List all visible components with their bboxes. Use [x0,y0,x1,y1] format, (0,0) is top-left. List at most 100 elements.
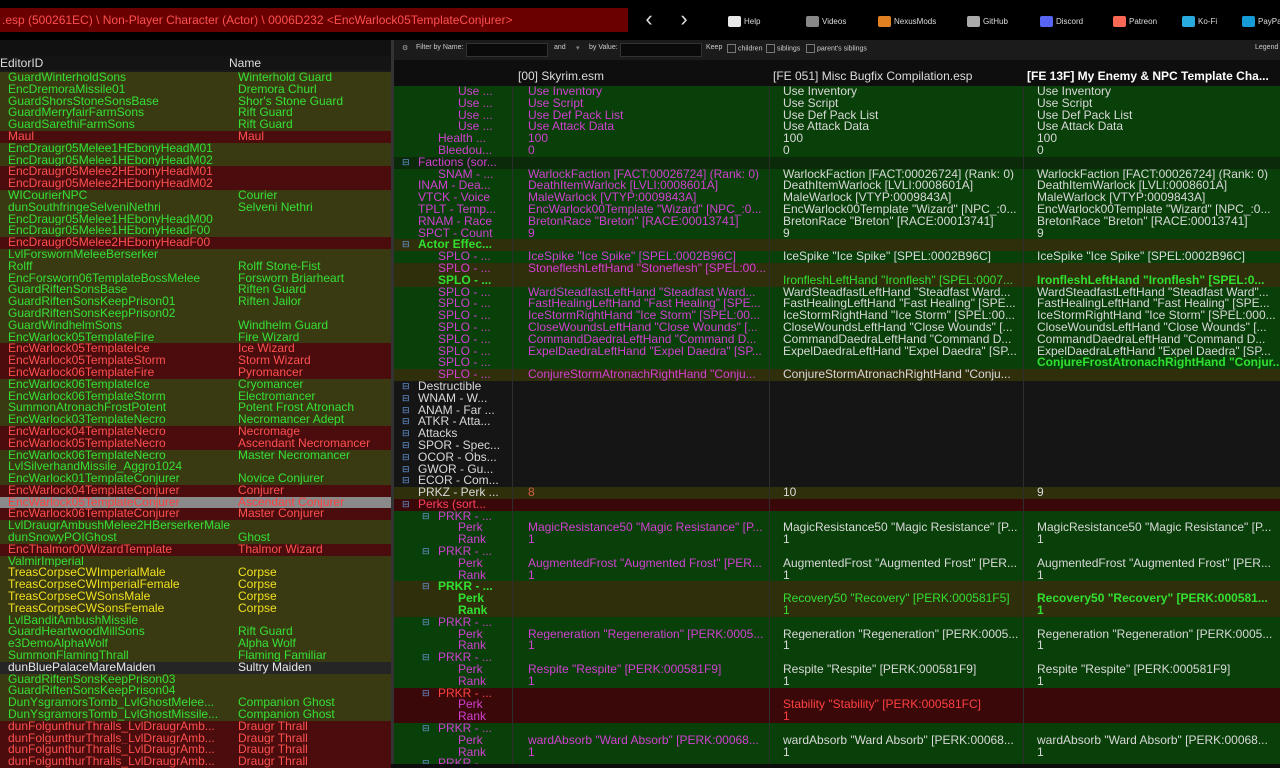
field-value-col1[interactable]: Use Script [783,98,1023,110]
field-value-col2[interactable]: IronfleshLeftHand "Ironflesh" [SPEL:0... [1037,275,1280,287]
compare-row[interactable]: ⊟ PRKR - ... [394,758,1280,764]
record-list-row[interactable]: EncDraugr05Melee1HEbonyHeadM02 [0,154,391,167]
field-value-col2[interactable]: 1 [1037,534,1280,546]
keep-parents-siblings-checkbox[interactable]: parent's siblings [806,44,867,53]
field-value-col2[interactable]: 1 [1037,747,1280,759]
field-value-col2[interactable]: WarlockFaction [FACT:00026724] (Rank: 0) [1037,169,1280,181]
tree-expand-icon[interactable]: ⊟ [422,652,430,664]
field-value-col0[interactable]: MaleWarlock [VTYP:0009843A] [528,192,768,204]
tree-expand-icon[interactable]: ⊟ [402,393,410,405]
field-value-col2[interactable]: EncWarlock00Template "Wizard" [NPC_:0... [1037,204,1280,216]
filter-name-input[interactable] [466,43,548,57]
record-list-row[interactable]: GuardRiftenSonsKeepPrison01 Riften Jailor [0,296,391,308]
compare-row[interactable]: RNAM - Race BretonRace "Breton" [RACE:000… [394,215,1280,228]
record-list-row[interactable]: GuardSarethiFarmSons Rift Guard [0,119,391,131]
compare-row[interactable]: SPLO - ... ConjureFrostAtronachRightHand … [394,357,1280,370]
field-value-col1[interactable]: IceSpike "Ice Spike" [SPEL:0002B96C] [783,251,1023,263]
field-value-col0[interactable]: 8 [528,487,768,499]
field-value-col0[interactable]: 9 [528,228,768,240]
record-list-row[interactable]: GuardWindhelmSons Windhelm Guard [0,319,391,332]
field-value-col1[interactable]: ConjureStormAtronachRightHand "Conju... [783,369,1023,381]
compare-row[interactable]: Perk Recovery50 "Recovery" [PERK:000581F5… [394,593,1280,606]
record-list-row[interactable]: GuardRiftenSonsBase Riften Guard [0,284,391,297]
field-value-col0[interactable]: BretonRace "Breton" [RACE:00013741] [528,216,768,228]
field-value-col1[interactable]: 1 [783,605,1023,617]
record-list-row[interactable]: GuardMerryfairFarmSons Rift Guard [0,107,391,120]
record-list-row[interactable]: TreasCorpseCWImperialFemale Corpse [0,579,391,592]
forward-button[interactable]: › [672,8,696,32]
record-list-row[interactable]: LvlBanditAmbushMissile [0,614,391,627]
record-list-row[interactable]: EncDremoraMissile01 Dremora Churl [0,83,391,96]
compare-row[interactable]: SPLO - ... StonefleshLeftHand "Stoneflesh… [394,262,1280,275]
field-value-col2[interactable]: 1 [1037,570,1280,582]
compare-row[interactable]: SPLO - ... WardSteadfastLeftHand "Steadfa… [394,286,1280,299]
tree-expand-icon[interactable]: ⊟ [422,511,430,523]
field-value-col2[interactable]: 1 [1037,676,1280,688]
field-value-col0[interactable]: wardAbsorb "Ward Absorb" [PERK:00068... [528,735,768,747]
compare-row[interactable]: Use ... Use Script Use Script Use Script [394,97,1280,110]
tree-expand-icon[interactable]: ⊟ [422,758,430,764]
keep-siblings-checkbox[interactable]: siblings [766,44,800,53]
field-value-col0[interactable]: IceSpike "Ice Spike" [SPEL:0002B96C] [528,251,768,263]
tree-expand-icon[interactable]: ⊟ [422,546,430,558]
compare-row[interactable]: ⊟ Actor Effec... [394,239,1280,252]
field-value-col0[interactable]: 100 [528,133,768,145]
field-value-col0[interactable]: Use Def Pack List [528,110,768,122]
field-value-col1[interactable]: CommandDaedraLeftHand "Command D... [783,334,1023,346]
field-value-col1[interactable]: 10 [783,487,1023,499]
field-value-col0[interactable]: EncWarlock00Template "Wizard" [NPC_:0... [528,204,768,216]
compare-row[interactable]: ⊟ SPOR - Spec... [394,439,1280,452]
compare-row[interactable]: Perk MagicResistance50 "Magic Resistance"… [394,522,1280,535]
compare-row[interactable]: ⊟ Destructible [394,380,1280,393]
record-list-row[interactable]: DunYsgramorsTomb_LvlGhostMissile... Compa… [0,709,391,721]
record-list-row[interactable]: EncDraugr05Melee1HEbonyHeadF00 [0,225,391,238]
compare-row[interactable]: Perk Regeneration "Regeneration" [PERK:00… [394,628,1280,641]
compare-row[interactable]: SPLO - ... FastHealingLeftHand "Fast Heal… [394,298,1280,311]
field-value-col2[interactable]: Use Attack Data [1037,121,1280,133]
compare-row[interactable]: PRKZ - Perk ... 8 10 9 [394,487,1280,499]
field-value-col1[interactable]: 1 [783,676,1023,688]
field-value-col1[interactable]: MagicResistance50 "Magic Resistance" [P.… [783,522,1023,534]
field-value-col1[interactable]: BretonRace "Breton" [RACE:00013741] [783,216,1023,228]
compare-row[interactable]: INAM - Dea... DeathItemWarlock [LVLI:0008… [394,180,1280,193]
field-value-col1[interactable]: ExpelDaedraLeftHand "Expel Daedra" [SP..… [783,346,1023,358]
tree-expand-icon[interactable]: ⊟ [422,723,430,735]
toolbar-help-button[interactable]: Help [728,13,760,29]
field-value-col2[interactable]: 100 [1037,133,1280,145]
record-list-row[interactable]: EncWarlock05TemplateNecro Ascendant Necro… [0,437,391,450]
compare-row[interactable]: ⊟ PRKR - ... [394,723,1280,735]
field-value-col0[interactable]: WarlockFaction [FACT:00026724] (Rank: 0) [528,169,768,181]
record-list-row[interactable]: dunBluePalaceMareMaiden Sultry Maiden [0,661,391,674]
record-list-row[interactable]: dunSnowyPOIGhost Ghost [0,532,391,544]
field-value-col0[interactable]: MagicResistance50 "Magic Resistance" [P.… [528,522,768,534]
field-value-col1[interactable]: AugmentedFrost "Augmented Frost" [PER... [783,558,1023,570]
record-list-row[interactable]: EncWarlock04TemplateNecro Necromage [0,425,391,438]
toolbar-patreon-button[interactable]: Patreon [1113,13,1157,29]
tree-expand-icon[interactable]: ⊟ [422,617,430,629]
compare-row[interactable]: ⊟ WNAM - W... [394,392,1280,405]
field-value-col1[interactable]: IceStormRightHand "Ice Storm" [SPEL:00..… [783,310,1023,322]
field-value-col2[interactable]: DeathItemWarlock [LVLI:0008601A] [1037,180,1280,192]
field-value-col2[interactable]: Recovery50 "Recovery" [PERK:000581... [1037,593,1280,605]
tree-expand-icon[interactable]: ⊟ [402,157,410,169]
field-value-col2[interactable]: Use Script [1037,98,1280,110]
field-value-col0[interactable]: DeathItemWarlock [LVLI:0008601A] [528,180,768,192]
field-value-col2[interactable]: MaleWarlock [VTYP:0009843A] [1037,192,1280,204]
record-list-row[interactable]: EncWarlock05TemplateFire Fire Wizard [0,331,391,344]
compare-row[interactable]: ⊟ Factions (sor... [394,156,1280,169]
record-list-row[interactable]: Rolff Rolff Stone-Fist [0,260,391,273]
field-value-col0[interactable]: CloseWoundsLeftHand "Close Wounds" [... [528,322,768,334]
record-list-row[interactable]: TreasCorpseCWSonsFemale Corpse [0,602,391,615]
tree-expand-icon[interactable]: ⊟ [422,688,430,700]
field-value-col1[interactable]: 1 [783,711,1023,723]
field-value-col2[interactable]: wardAbsorb "Ward Absorb" [PERK:00068... [1037,735,1280,747]
tree-expand-icon[interactable]: ⊟ [422,581,430,593]
compare-row[interactable]: SPLO - ... CommandDaedraLeftHand "Command… [394,333,1280,346]
filter-value-input[interactable] [620,43,702,57]
legend-button[interactable]: Legend [1255,44,1278,51]
record-list-row[interactable]: EncWarlock04TemplateConjurer Conjurer [0,484,391,497]
toolbar-videos-button[interactable]: Videos [806,13,846,29]
field-value-col1[interactable]: 1 [783,640,1023,652]
compare-row[interactable]: SPLO - ... CloseWoundsLeftHand "Close Wou… [394,321,1280,334]
compare-row[interactable]: ⊟ PRKR - ... [394,581,1280,594]
